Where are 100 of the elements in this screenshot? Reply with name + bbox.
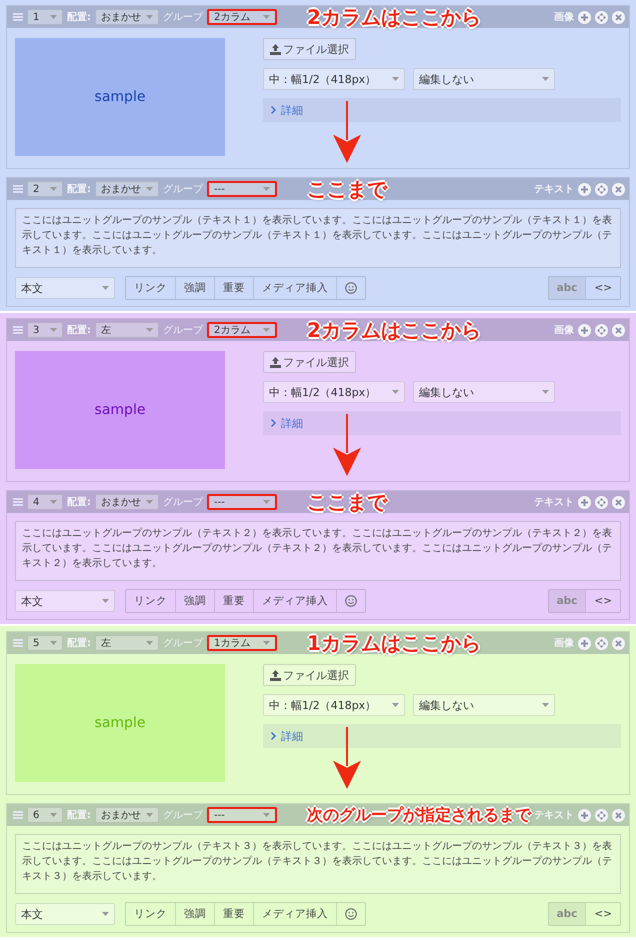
source-button[interactable]: <>: [585, 277, 620, 299]
close-icon[interactable]: [612, 324, 625, 336]
order-select[interactable]: 5: [27, 635, 63, 651]
caret-icon: [146, 813, 153, 817]
order-select[interactable]: 4: [27, 494, 63, 510]
unit-type-label: 画像: [554, 10, 574, 24]
order-select[interactable]: 1: [27, 9, 63, 25]
format-button[interactable]: メディア挿入: [253, 277, 336, 299]
format-button[interactable]: 強調: [175, 903, 214, 925]
group-select[interactable]: 2カラム: [207, 322, 277, 338]
caret-icon: [146, 500, 153, 504]
menu-icon[interactable]: [13, 326, 23, 334]
size-select[interactable]: 中：幅1/2（418px）: [263, 381, 405, 403]
caret-icon: [50, 641, 57, 645]
text-area[interactable]: ここにはユニットグループのサンプル（テキスト２）を表示しています。ここにはユニットグループのサンプル（テキスト２）を表示しています。ここにはユニットグループのサンプル（テキスト２）を表示しています。ここにはユニットグループのサンプル（テキスト２）を表示しています。: [15, 521, 621, 581]
callout-text: 1カラムはここから: [307, 632, 481, 654]
placement-select[interactable]: 左: [95, 635, 159, 651]
add-icon[interactable]: [578, 808, 591, 822]
move-icon[interactable]: [595, 182, 608, 196]
group-select[interactable]: ---: [207, 494, 277, 510]
group-select[interactable]: ---: [207, 181, 277, 197]
format-button[interactable]: 重要: [214, 277, 253, 299]
move-icon[interactable]: [595, 496, 608, 508]
order-select[interactable]: 6: [27, 807, 63, 823]
source-button[interactable]: <>: [585, 903, 620, 925]
group-label: グループ: [163, 636, 203, 650]
size-select[interactable]: 中：幅1/2（418px）: [263, 694, 405, 716]
caret-icon: [50, 328, 57, 332]
close-icon[interactable]: [612, 636, 625, 650]
menu-icon[interactable]: [13, 639, 23, 647]
add-icon[interactable]: [578, 10, 591, 24]
caret-icon: [50, 500, 57, 504]
format-button[interactable]: メディア挿入: [253, 590, 336, 612]
format-button[interactable]: メディア挿入: [253, 903, 336, 925]
close-icon[interactable]: [612, 182, 625, 196]
caret-icon: [263, 187, 270, 191]
text-area[interactable]: ここにはユニットグループのサンプル（テキスト３）を表示しています。ここにはユニットグループのサンプル（テキスト３）を表示しています。ここにはユニットグループのサンプル（テキスト３）を表示しています。ここにはユニットグループのサンプル（テキスト３）を表示しています。: [15, 834, 621, 894]
add-icon[interactable]: [578, 182, 591, 196]
move-icon[interactable]: [595, 10, 608, 24]
style-select[interactable]: 本文: [15, 277, 115, 299]
move-icon[interactable]: [595, 324, 608, 336]
style-select[interactable]: 本文: [15, 903, 115, 925]
details-toggle[interactable]: 詳細: [263, 724, 621, 748]
group-select[interactable]: ---: [207, 807, 277, 823]
add-icon[interactable]: [578, 496, 591, 508]
caret-icon: [50, 15, 57, 19]
caret-icon: [146, 328, 153, 332]
menu-icon[interactable]: [13, 185, 23, 193]
callout-text: 次のグループが指定: [307, 804, 451, 826]
group-label: グループ: [163, 10, 203, 24]
edit-select[interactable]: 編集しない: [413, 694, 555, 716]
format-button[interactable]: 重要: [214, 903, 253, 925]
source-button[interactable]: <>: [585, 590, 620, 612]
move-icon[interactable]: [595, 636, 608, 650]
caret-icon: [50, 187, 57, 191]
caret-icon: [542, 77, 549, 81]
placement-select[interactable]: おまかせ: [95, 181, 159, 197]
format-button[interactable]: 重要: [214, 590, 253, 612]
unit-type-label: テキスト: [534, 496, 574, 509]
placement-select[interactable]: おまかせ: [95, 9, 159, 25]
close-icon[interactable]: [612, 808, 625, 822]
file-select-button[interactable]: ファイル選択: [263, 664, 356, 686]
placement-select[interactable]: 左: [95, 322, 159, 338]
format-button[interactable]: リンク: [126, 590, 175, 612]
placement-select[interactable]: おまかせ: [95, 807, 159, 823]
format-button[interactable]: リンク: [126, 903, 175, 925]
caret-icon: [102, 599, 109, 603]
upload-icon: [270, 356, 281, 368]
menu-icon[interactable]: [13, 13, 23, 21]
file-select-button[interactable]: ファイル選択: [263, 38, 356, 60]
caret-icon: [50, 813, 57, 817]
order-select[interactable]: 2: [27, 181, 63, 197]
menu-icon[interactable]: [13, 811, 23, 819]
add-icon[interactable]: [578, 636, 591, 650]
file-select-button[interactable]: ファイル選択: [263, 351, 356, 373]
add-icon[interactable]: [578, 324, 591, 336]
caret-icon: [102, 286, 109, 290]
callout-text: 2カラムはここから: [307, 319, 481, 341]
callout-text: ここまで: [307, 491, 387, 513]
close-icon[interactable]: [612, 496, 625, 508]
caret-icon: [263, 15, 270, 19]
placement-label: 配置:: [67, 324, 91, 337]
placement-label: 配置:: [67, 636, 91, 650]
order-select[interactable]: 3: [27, 322, 63, 338]
size-select[interactable]: 中：幅1/2（418px）: [263, 68, 405, 90]
menu-icon[interactable]: [13, 498, 23, 506]
style-select[interactable]: 本文: [15, 590, 115, 612]
format-button[interactable]: 強調: [175, 277, 214, 299]
unit-type-label: 画像: [554, 636, 574, 650]
edit-select[interactable]: 編集しない: [413, 381, 555, 403]
text-area[interactable]: ここにはユニットグループのサンプル（テキスト１）を表示しています。ここにはユニットグループのサンプル（テキスト１）を表示しています。ここにはユニットグループのサンプル（テキスト１）を表示しています。ここにはユニットグループのサンプル（テキスト１）を表示しています。: [15, 208, 621, 268]
format-button[interactable]: 強調: [175, 590, 214, 612]
format-button[interactable]: リンク: [126, 277, 175, 299]
move-icon[interactable]: [595, 808, 608, 822]
close-icon[interactable]: [612, 10, 625, 24]
group-select[interactable]: 2カラム: [207, 9, 277, 25]
edit-select[interactable]: 編集しない: [413, 68, 555, 90]
placement-select[interactable]: おまかせ: [95, 494, 159, 510]
caret-icon: [263, 500, 270, 504]
group-select[interactable]: 1カラム: [207, 635, 277, 651]
